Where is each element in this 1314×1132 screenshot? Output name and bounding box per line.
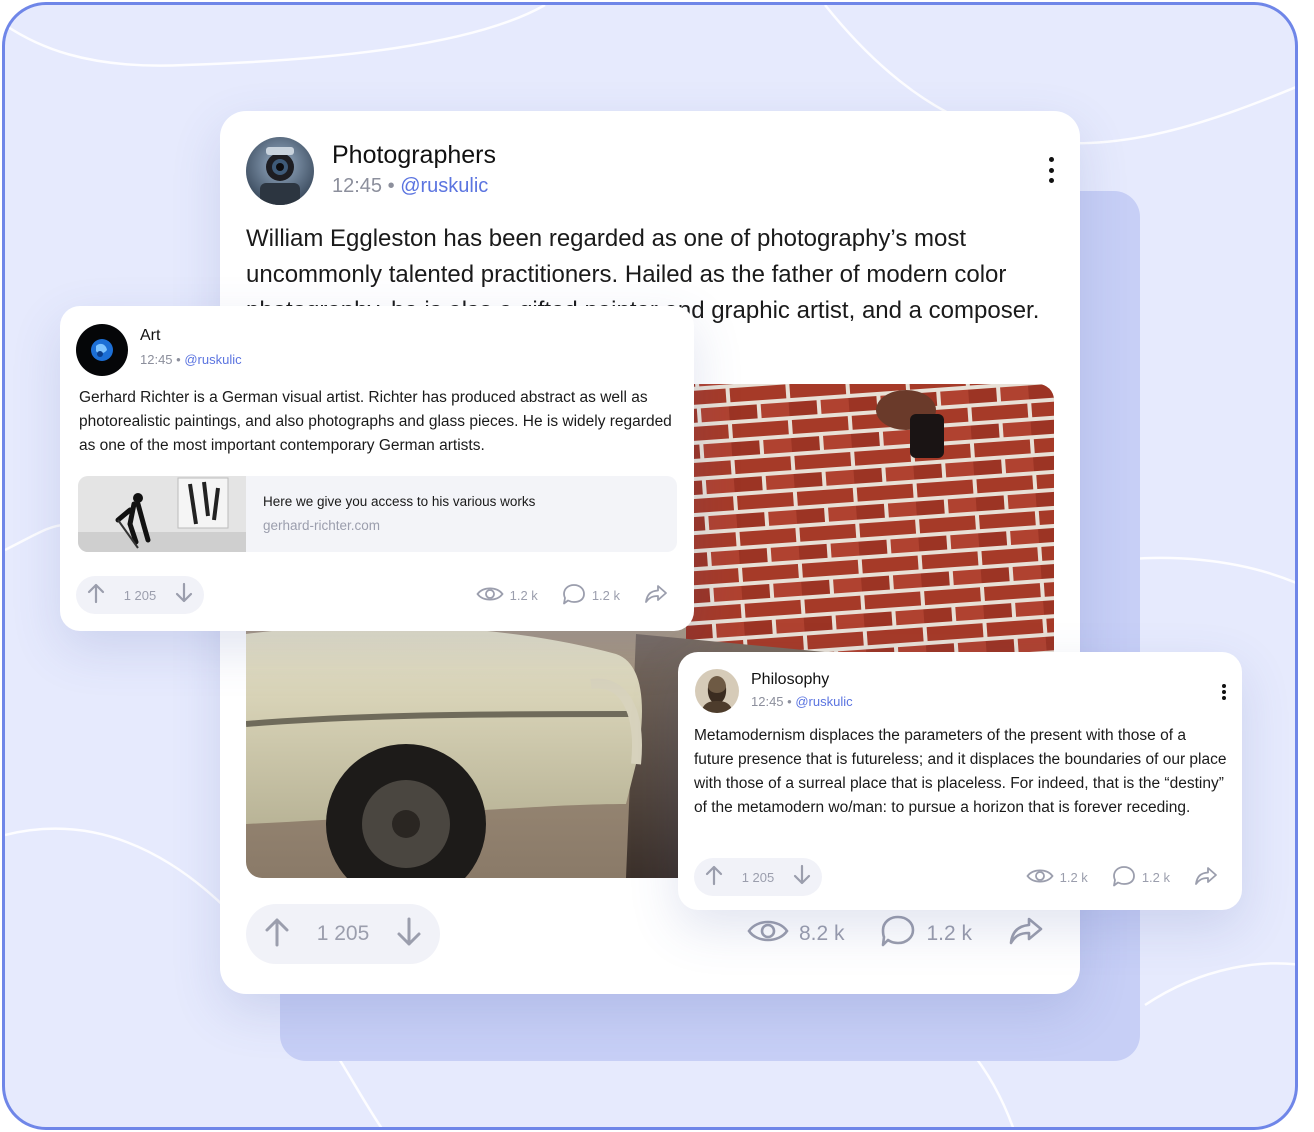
art-post-card: Art 12:45 • @ruskulic Gerhard Richter is… [60,306,694,631]
comments-stat[interactable]: 1.2 k [562,583,620,608]
comments-stat[interactable]: 1.2 k [1112,865,1170,890]
eye-icon [476,585,510,606]
post-time: 12:45 [332,175,383,197]
views-stat[interactable]: 1.2 k [1026,867,1088,888]
arrow-up-icon[interactable] [704,864,724,891]
group-name[interactable]: Photographers [332,141,496,170]
post-meta: 12:45 • @ruskulic [751,694,853,709]
meta-separator: • [387,175,395,197]
arrow-down-icon[interactable] [174,582,194,609]
post-text: Metamodernism displaces the parameters o… [694,727,1227,816]
vote-count: 1 205 [123,587,157,603]
link-thumbnail [78,476,246,552]
post-actions: 1 205 1.2 k 1.2 k [694,858,1224,896]
post-text: Gerhard Richter is a German visual artis… [79,389,672,454]
post-meta: 12:45 • @ruskulic [140,352,242,367]
comment-bubble-icon [562,583,592,608]
post-actions: 1 205 8.2 k 1.2 k [246,904,1054,964]
eye-icon [747,917,799,951]
more-vertical-icon[interactable] [1221,684,1227,700]
comment-bubble-icon [880,914,926,954]
views-count: 1.2 k [1059,869,1088,885]
share-button[interactable] [1008,916,1054,952]
arrow-down-icon[interactable] [792,864,812,891]
comments-count: 1.2 k [591,587,620,603]
link-title: Here we give you access to his various w… [263,494,536,509]
comment-bubble-icon [1112,865,1142,890]
group-name[interactable]: Philosophy [751,671,829,689]
philosophy-post-card: Philosophy 12:45 • @ruskulic Metamoderni… [678,652,1242,910]
share-icon [644,584,674,607]
more-vertical-icon[interactable] [1046,157,1056,183]
post-time: 12:45 [751,694,784,709]
vote-control: 1 205 [76,576,204,614]
post-stats: 1.2 k 1.2 k [1002,858,1224,896]
post-meta: 12:45 • @ruskulic [332,175,488,198]
author-handle[interactable]: @ruskulic [400,175,488,197]
share-button[interactable] [1194,866,1224,889]
vote-count: 1 205 [741,869,775,885]
views-stat[interactable]: 1.2 k [476,585,538,606]
post-stats: 1.2 k 1.2 k [452,576,674,614]
share-icon [1008,916,1054,952]
comments-count: 1.2 k [926,922,972,945]
comments-stat[interactable]: 1.2 k [880,914,972,954]
vote-control: 1 205 [694,858,822,896]
views-stat[interactable]: 8.2 k [747,917,845,951]
vote-count: 1 205 [316,922,370,945]
comments-count: 1.2 k [1141,869,1170,885]
link-url[interactable]: gerhard-richter.com [263,518,380,533]
meta-separator: • [787,694,792,709]
vote-control: 1 205 [246,904,440,964]
author-handle[interactable]: @ruskulic [184,352,241,367]
views-count: 1.2 k [509,587,538,603]
philosophy-avatar[interactable] [695,669,739,713]
eye-icon [1026,867,1060,888]
arrow-down-icon[interactable] [396,917,422,952]
meta-separator: • [176,352,181,367]
author-handle[interactable]: @ruskulic [795,694,852,709]
art-avatar[interactable] [76,324,128,376]
views-count: 8.2 k [798,922,845,945]
link-preview[interactable]: Here we give you access to his various w… [78,476,677,552]
photographers-avatar[interactable] [246,137,314,205]
share-icon [1194,866,1224,889]
arrow-up-icon[interactable] [86,582,106,609]
post-time: 12:45 [140,352,173,367]
share-button[interactable] [644,584,674,607]
post-actions: 1 205 1.2 k 1.2 k [76,576,674,614]
post-stats: 8.2 k 1.2 k [711,904,1054,964]
group-name[interactable]: Art [140,327,160,345]
arrow-up-icon[interactable] [264,917,290,952]
